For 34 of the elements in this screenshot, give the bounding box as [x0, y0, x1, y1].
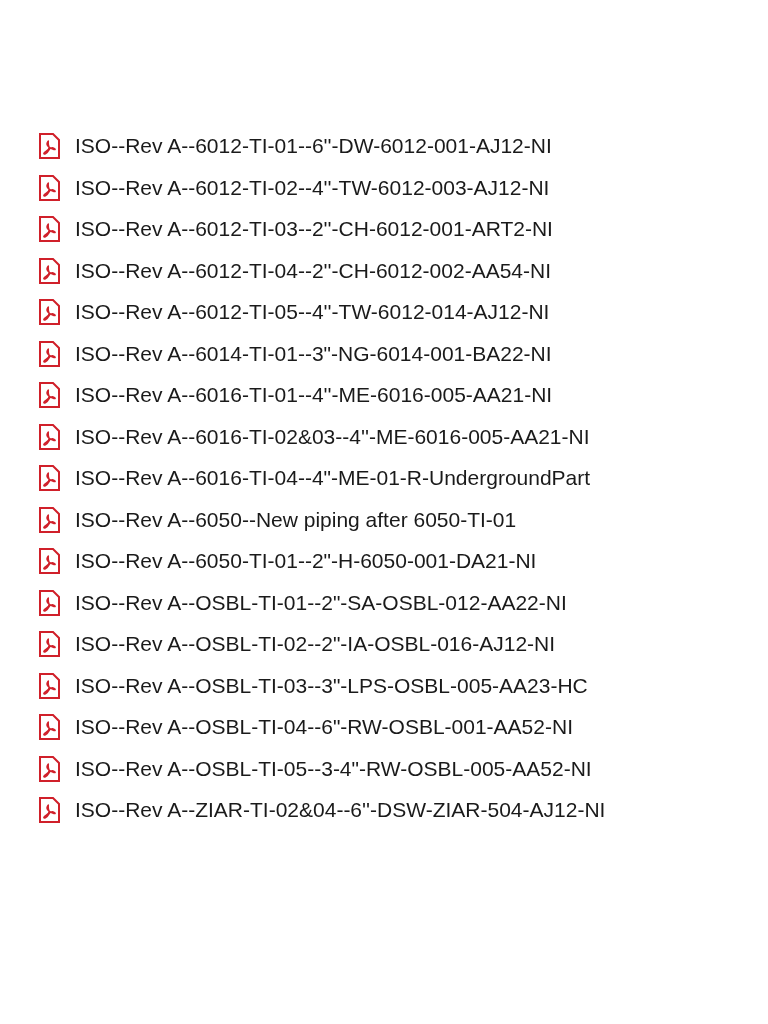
- pdf-file-icon: [38, 423, 60, 450]
- file-name[interactable]: ISO--Rev A--6012-TI-04--2''-CH-6012-002-AA54-NI: [75, 258, 551, 283]
- file-name[interactable]: ISO--Rev A--6012-TI-02--4''-TW-6012-003-AJ12-NI: [75, 175, 550, 200]
- pdf-file-icon: [38, 672, 60, 699]
- pdf-file-icon: [38, 465, 60, 491]
- pdf-file-icon: [38, 589, 60, 616]
- pdf-file-icon: [38, 174, 60, 201]
- file-name[interactable]: ISO--Rev A--6012-TI-05--4''-TW-6012-014-AJ12-NI: [75, 300, 550, 324]
- pdf-file-icon: [38, 714, 60, 740]
- file-name[interactable]: ISO--Rev A--OSBL-TI-05--3-4"-RW-OSBL-005-AA52-NI: [75, 756, 592, 781]
- file-name[interactable]: ISO--Rev A--OSBL-TI-03--3"-LPS-OSBL-005-AA23-HC: [75, 673, 588, 698]
- pdf-file-icon: [38, 755, 60, 782]
- pdf-file-icon: [38, 299, 60, 325]
- file-name[interactable]: ISO--Rev A--6016-TI-02&03--4''-ME-6016-005-AA21-NI: [75, 424, 590, 449]
- file-name[interactable]: ISO--Rev A--OSBL-TI-02--2"-IA-OSBL-016-AJ12-NI: [75, 632, 556, 656]
- file-name[interactable]: ISO--Rev A--6016-TI-04--4"-ME-01-R-UndergroundPart: [75, 466, 591, 490]
- pdf-file-icon: [38, 257, 60, 284]
- pdf-file-icon: [38, 133, 60, 159]
- pdf-file-icon: [38, 382, 60, 408]
- pdf-file-icon: [38, 216, 60, 242]
- file-name[interactable]: ISO--Rev A--6050-TI-01--2"-H-6050-001-DA21-NI: [75, 549, 537, 573]
- file-name[interactable]: ISO--Rev A--OSBL-TI-04--6"-RW-OSBL-001-AA52-NI: [75, 715, 573, 739]
- pdf-file-icon: [38, 548, 60, 574]
- file-name[interactable]: ISO--Rev A--ZIAR-TI-02&04--6''-DSW-ZIAR-504-AJ12-NI: [75, 798, 606, 822]
- file-name[interactable]: ISO--Rev A--OSBL-TI-01--2"-SA-OSBL-012-AA22-NI: [75, 590, 567, 615]
- pdf-file-icon: [38, 506, 60, 533]
- pdf-file-icon: [38, 340, 60, 367]
- pdf-file-icon: [38, 797, 60, 823]
- file-name[interactable]: ISO--Rev A--6014-TI-01--3"-NG-6014-001-BA22-NI: [75, 341, 552, 366]
- file-name[interactable]: ISO--Rev A--6012-TI-03--2''-CH-6012-001-ART2-NI: [75, 217, 553, 241]
- pdf-file-icon: [38, 631, 60, 657]
- file-name[interactable]: ISO--Rev A--6016-TI-01--4''-ME-6016-005-AA21-NI: [75, 383, 553, 407]
- file-name[interactable]: ISO--Rev A--6012-TI-01--6''-DW-6012-001-AJ12-NI: [75, 134, 552, 158]
- file-name[interactable]: ISO--Rev A--6050--New piping after 6050-TI-01: [75, 507, 517, 532]
